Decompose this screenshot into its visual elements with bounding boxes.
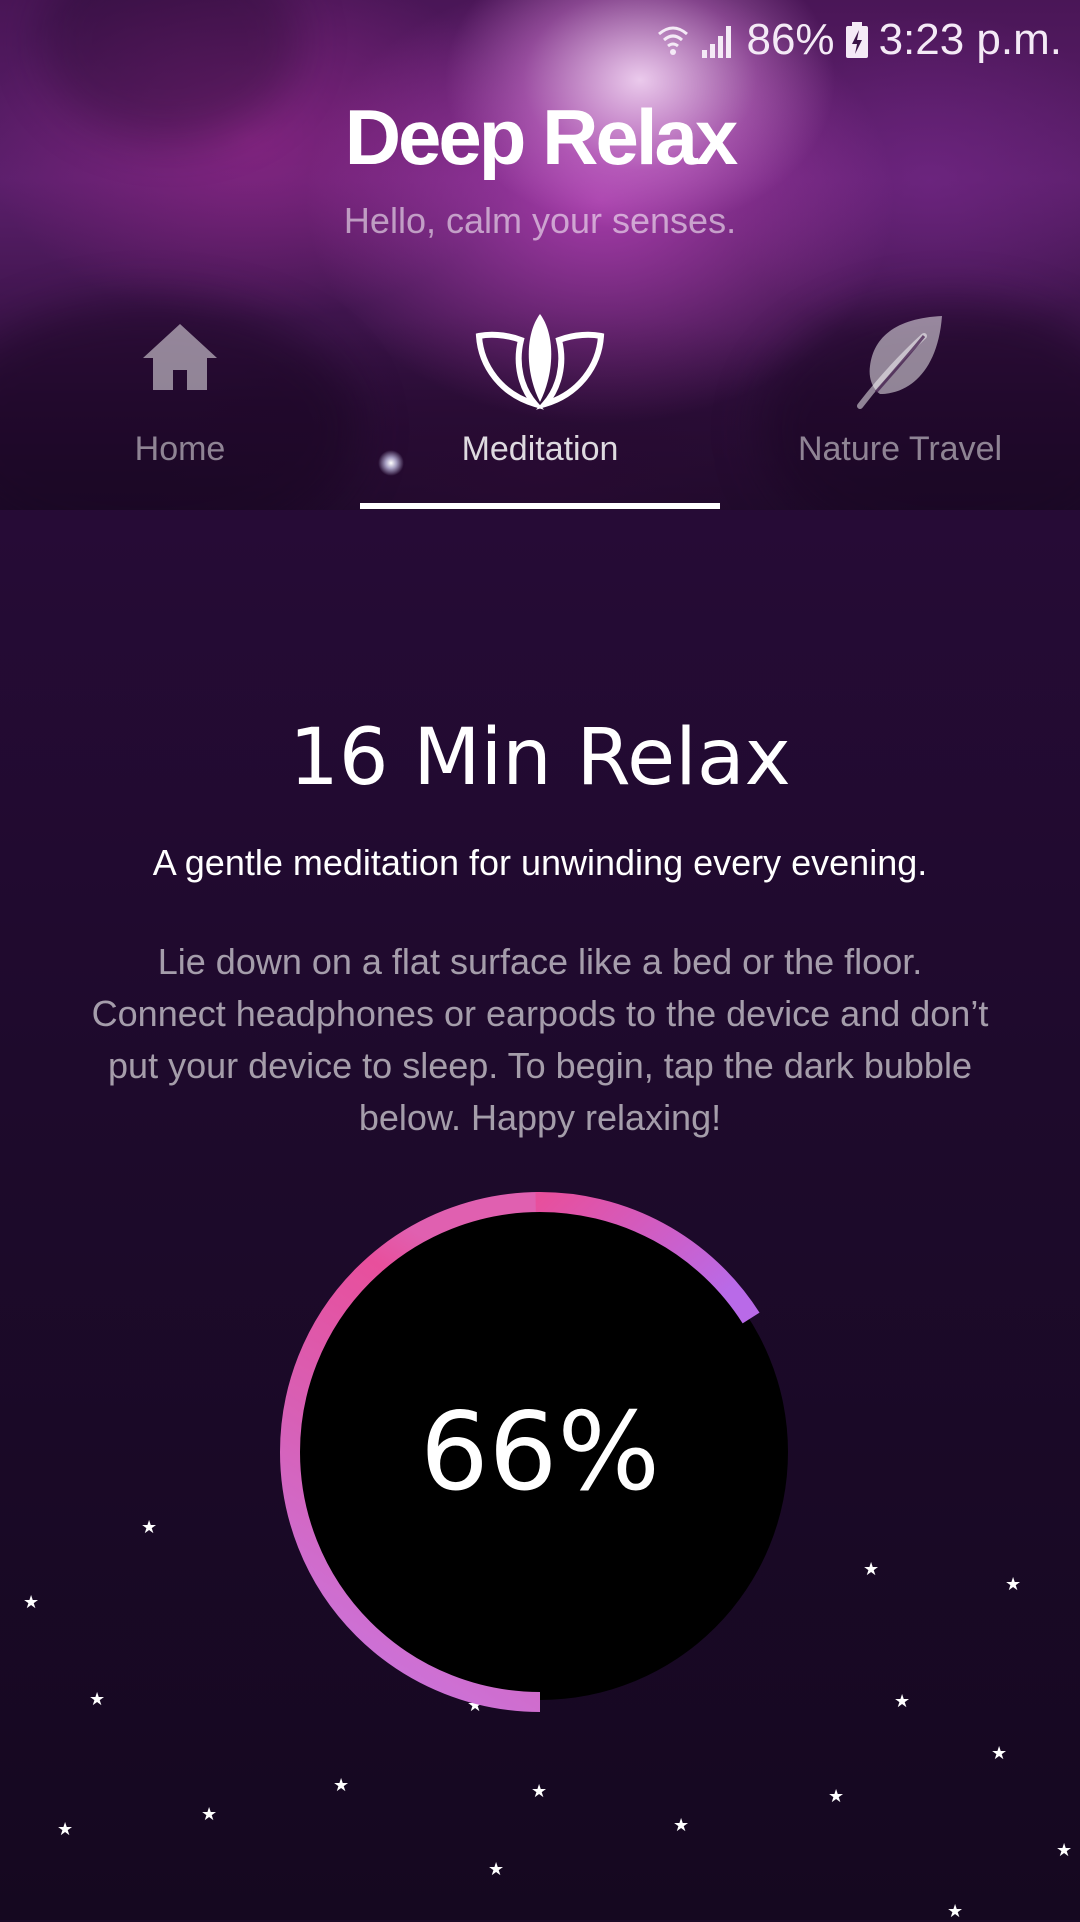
home-icon: [135, 310, 225, 404]
tab-nature-travel-label: Nature Travel: [797, 430, 1003, 468]
active-tab-indicator: [360, 503, 720, 509]
star-icon: ★: [947, 1901, 964, 1922]
star-icon: ★: [1005, 1574, 1022, 1595]
tab-home[interactable]: Home: [0, 300, 360, 510]
star-icon: ★: [201, 1804, 218, 1825]
session-title: 16 Min Relax: [289, 713, 791, 803]
session-instructions: Lie down on a flat surface like a bed or…: [91, 941, 989, 1138]
battery-percent: 86%: [746, 15, 835, 64]
star-icon: ★: [863, 1559, 880, 1580]
battery-charging-icon: [845, 20, 869, 60]
star-icon: ★: [488, 1859, 505, 1880]
progress-percent: 66%: [419, 1389, 661, 1515]
play-bubble[interactable]: 66%: [278, 1190, 802, 1714]
star-icon: ★: [141, 1517, 158, 1538]
star-icon: ★: [1056, 1840, 1073, 1861]
tab-meditation-label: Meditation: [461, 430, 619, 468]
clock: 3:23 p.m.: [878, 15, 1062, 64]
app-subtitle: Hello, calm your senses.: [343, 200, 737, 241]
star-icon: ★: [333, 1775, 350, 1796]
header: 86% 3:23 p.m. Deep Relax Hello, calm you…: [0, 0, 1080, 510]
tab-nature-travel[interactable]: Nature Travel: [720, 300, 1080, 510]
star-icon: ★: [57, 1819, 74, 1840]
lotus-icon: [475, 310, 605, 414]
signal-icon: [700, 20, 736, 60]
star-icon: ★: [894, 1691, 911, 1712]
wifi-icon: [656, 20, 690, 60]
status-bar: 86% 3:23 p.m.: [656, 10, 1062, 70]
star-icon: ★: [828, 1786, 845, 1807]
glow-star: [378, 450, 404, 476]
app-title: Deep Relax: [344, 93, 739, 181]
star-icon: ★: [89, 1689, 106, 1710]
star-icon: ★: [673, 1815, 690, 1836]
star-icon: ★: [23, 1592, 40, 1613]
leaf-icon: [850, 310, 950, 414]
session-tagline: A gentle meditation for unwinding every …: [152, 842, 928, 883]
star-icon: ★: [991, 1743, 1008, 1764]
tab-home-label: Home: [134, 430, 226, 468]
tab-meditation[interactable]: Meditation: [360, 300, 720, 510]
star-icon: ★: [531, 1781, 548, 1802]
